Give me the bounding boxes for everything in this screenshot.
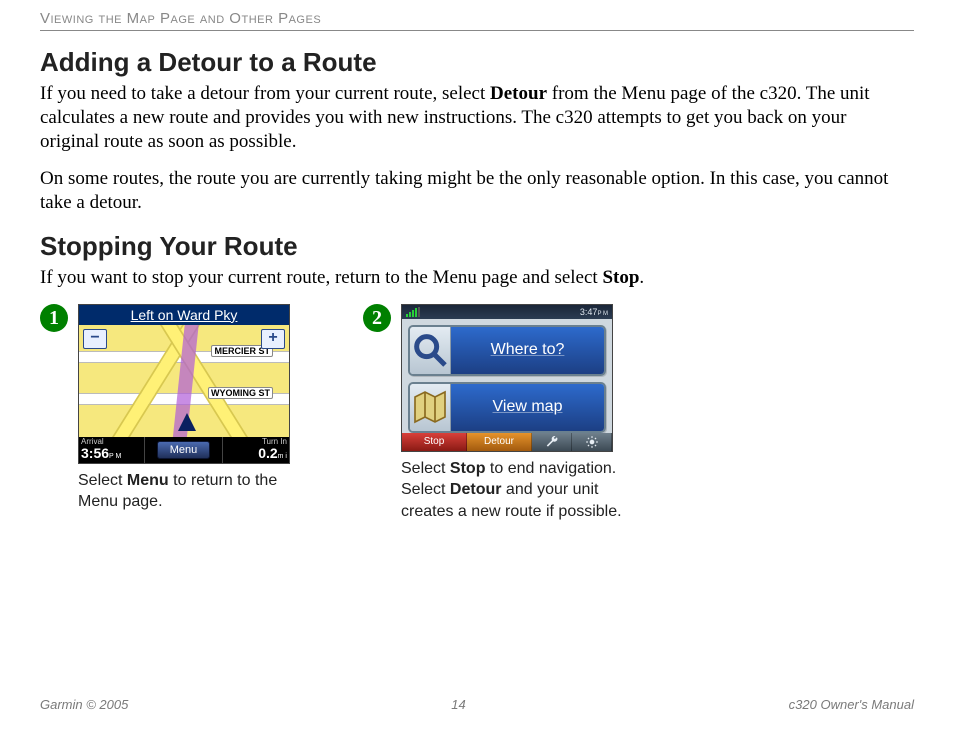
turn-cell: Turn In 0.2m i	[223, 437, 289, 463]
zoom-in-button[interactable]: +	[261, 329, 285, 349]
status-bar: 3:47P M	[402, 305, 612, 319]
step2-caption: Select Stop to end navigation. Select De…	[401, 458, 636, 523]
view-map-label: View map	[451, 384, 604, 431]
map-icon	[410, 384, 451, 431]
search-icon	[410, 327, 451, 374]
bold-stop: Stop	[450, 460, 486, 477]
where-to-label: Where to?	[451, 327, 604, 374]
brightness-icon	[585, 435, 599, 449]
section1-para1: If you need to take a detour from your c…	[40, 82, 910, 153]
arrival-cell: Arrival 3:56P M	[79, 437, 145, 463]
text: Select	[78, 472, 127, 489]
bold-stop: Stop	[602, 267, 639, 288]
wrench-icon	[545, 435, 559, 449]
bold-menu: Menu	[127, 472, 169, 489]
bold-detour: Detour	[490, 83, 547, 104]
text: m i	[278, 453, 287, 460]
arrival-value: 3:56P M	[81, 445, 121, 461]
text: If you want to stop your current route, …	[40, 267, 602, 288]
running-header: Viewing the Map Page and Other Pages	[40, 10, 914, 31]
page-footer: Garmin © 2005 14 c320 Owner's Manual	[40, 697, 914, 712]
zoom-out-button[interactable]: −	[83, 329, 107, 349]
step-number-2: 2	[363, 304, 391, 332]
map-screen: Left on Ward Pky MERCIER ST WYOMING ST −…	[78, 304, 290, 464]
footer-right: c320 Owner's Manual	[789, 697, 914, 712]
text: If you need to take a detour from your c…	[40, 83, 490, 104]
bold-detour: Detour	[450, 481, 502, 498]
satellite-icon	[406, 307, 420, 317]
menu-button[interactable]: Menu	[157, 441, 210, 459]
text: P M	[109, 453, 121, 460]
step-2: 2 3:47P M	[363, 304, 636, 523]
map-canvas: MERCIER ST WYOMING ST − +	[79, 325, 289, 437]
view-map-button[interactable]: View map	[408, 382, 606, 433]
turn-value: 0.2m i	[258, 445, 287, 461]
street-label-2: WYOMING ST	[208, 387, 273, 399]
step-number-1: 1	[40, 304, 68, 332]
section-title-stop: Stopping Your Route	[40, 231, 914, 262]
text: 3:47	[580, 307, 598, 317]
detour-button[interactable]: Detour	[467, 433, 532, 451]
menu-screen: 3:47P M Where to?	[401, 304, 613, 452]
section2-para: If you want to stop your current route, …	[40, 266, 910, 290]
page-number: 14	[451, 697, 465, 712]
vehicle-icon	[178, 413, 196, 431]
menu-cell: Menu	[145, 437, 223, 463]
next-turn-title: Left on Ward Pky	[79, 305, 289, 325]
text: 3:56	[81, 445, 109, 461]
text: 0.2	[258, 445, 277, 461]
stop-button[interactable]: Stop	[402, 433, 467, 451]
text: P M	[597, 311, 608, 317]
clock: 3:47P M	[580, 307, 608, 317]
footer-left: Garmin © 2005	[40, 697, 128, 712]
step-1: 1 Left on Ward Pky MERCIER ST WYOMING ST…	[40, 304, 313, 523]
brightness-button[interactable]	[572, 433, 612, 451]
section1-para2: On some routes, the route you are curren…	[40, 167, 910, 215]
section-title-detour: Adding a Detour to a Route	[40, 47, 914, 78]
text: .	[639, 267, 644, 288]
where-to-button[interactable]: Where to?	[408, 325, 606, 376]
settings-button[interactable]	[532, 433, 572, 451]
step1-caption: Select Menu to return to the Menu page.	[78, 470, 313, 513]
text: Select	[401, 460, 450, 477]
